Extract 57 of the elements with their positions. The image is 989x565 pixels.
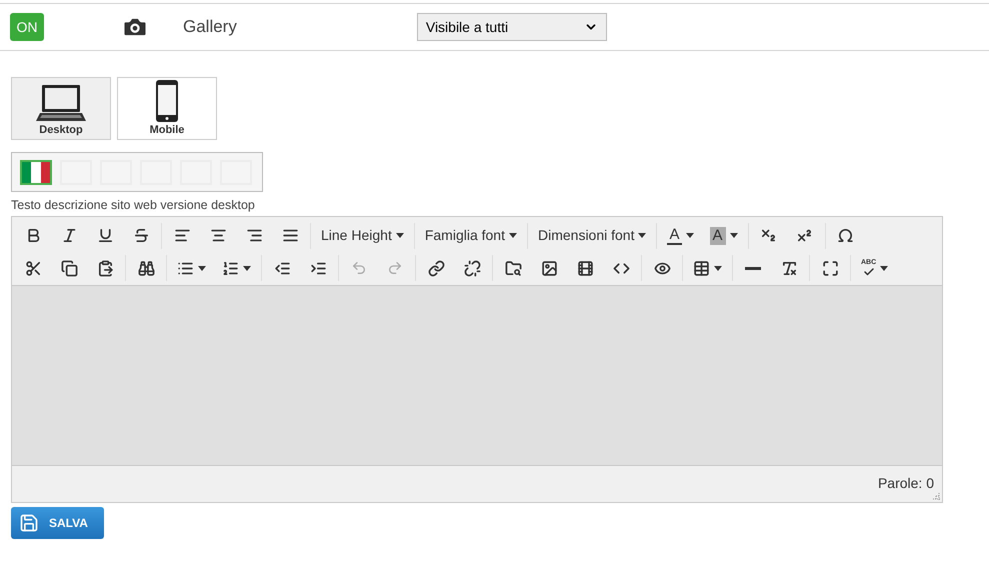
caret-icon — [638, 233, 646, 238]
laptop-icon — [36, 84, 86, 122]
eye-icon — [654, 260, 670, 277]
unlink-icon — [464, 260, 480, 277]
editor-label: Testo descrizione sito web versione desktop — [11, 197, 256, 214]
bullet-list-icon — [177, 260, 194, 277]
check-icon — [862, 266, 875, 278]
align-left-icon — [174, 227, 190, 244]
image-icon — [540, 260, 558, 277]
numbered-list-icon — [222, 260, 239, 277]
flag-button[interactable] — [20, 160, 52, 184]
fullscreen-icon — [822, 260, 838, 277]
justify-icon — [282, 227, 298, 244]
gallery-title: Gallery — [183, 16, 237, 38]
copy-icon — [60, 260, 78, 277]
clear-format-icon — [780, 260, 798, 277]
toolbar-dropdown[interactable]: Famiglia font — [416, 220, 525, 251]
undo-icon — [351, 260, 367, 276]
cut-icon — [24, 260, 42, 277]
toolbar-dropdown[interactable]: Dimensioni font — [530, 220, 654, 251]
text-color-button[interactable]: A — [659, 220, 702, 251]
phone-icon — [156, 80, 178, 122]
floppy-icon — [19, 512, 39, 533]
word-count: Parole: 0 — [878, 474, 934, 494]
omega-icon — [837, 227, 854, 244]
caret-icon — [198, 266, 206, 271]
device-button[interactable]: Desktop — [11, 77, 111, 140]
caret-icon — [396, 233, 404, 238]
status-badge: ON — [10, 13, 44, 41]
align-center-icon — [210, 227, 226, 244]
film-icon — [576, 260, 594, 277]
align-right-icon — [246, 227, 262, 244]
superscript-icon — [796, 227, 814, 244]
paste-icon — [96, 260, 114, 277]
caret-icon — [686, 233, 694, 238]
redo-icon — [387, 260, 403, 276]
visibility-select[interactable]: Visibile a tutti — [416, 13, 607, 41]
subscript-icon — [760, 227, 778, 244]
caret-icon — [714, 266, 722, 271]
table-icon — [693, 260, 710, 277]
caret-icon — [508, 233, 517, 238]
caret-icon — [880, 266, 888, 271]
folder-search-icon — [504, 260, 522, 277]
caret-icon — [730, 233, 738, 238]
caret-icon — [243, 266, 251, 271]
binoculars-icon — [138, 260, 154, 277]
strikethrough-icon — [132, 227, 150, 244]
italic-icon — [60, 227, 78, 244]
background-color-button[interactable]: A — [702, 220, 746, 251]
underline-icon — [96, 227, 114, 244]
outdent-icon — [274, 260, 290, 277]
link-icon — [428, 260, 444, 277]
resize-handle-icon — [933, 492, 940, 500]
indent-icon — [310, 260, 326, 277]
save-button[interactable]: SALVA — [11, 506, 104, 539]
device-button[interactable]: Mobile — [117, 77, 217, 140]
toolbar-dropdown[interactable]: Line Height — [313, 220, 412, 251]
